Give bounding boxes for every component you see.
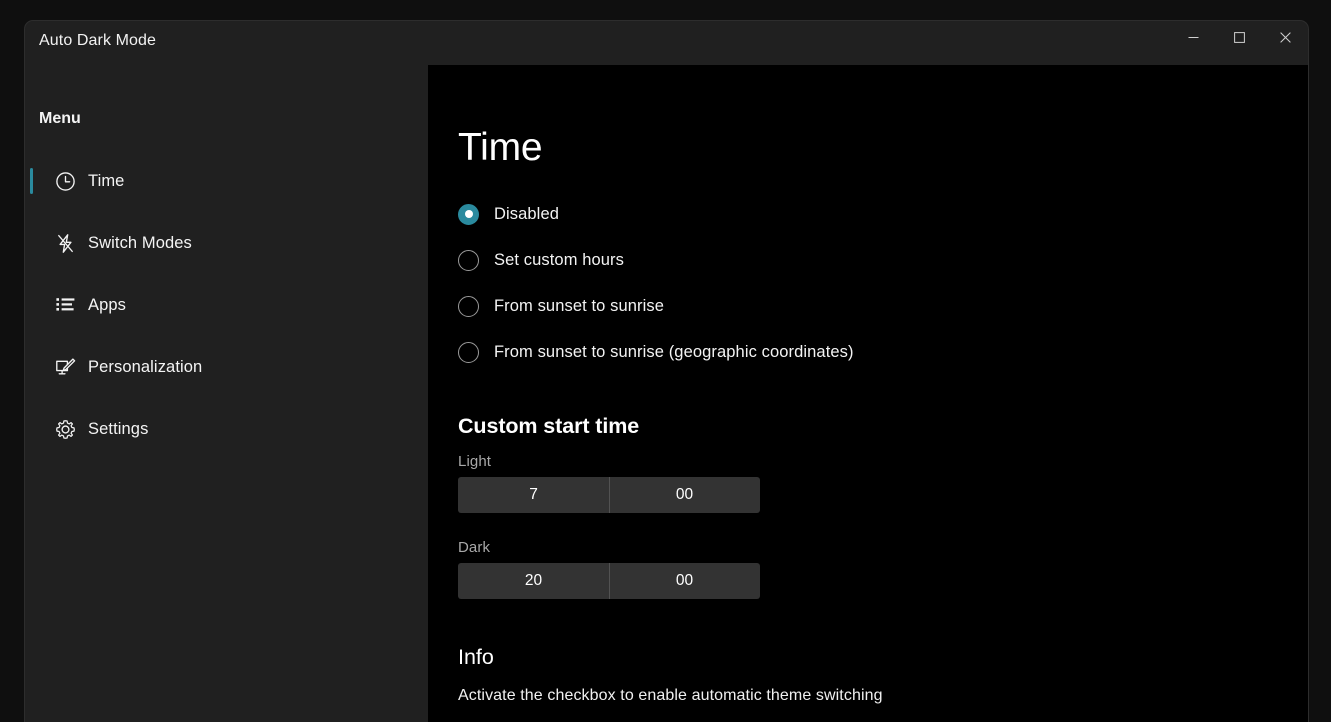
radio-button-icon (458, 204, 479, 225)
close-icon (1280, 32, 1291, 43)
radio-option-label: Set custom hours (494, 251, 624, 270)
app-title: Auto Dark Mode (39, 32, 156, 50)
radio-option-label: From sunset to sunrise (494, 297, 664, 316)
window-caption-buttons (1170, 21, 1308, 54)
radio-option-disabled[interactable]: Disabled (458, 197, 565, 231)
sidebar-heading: Menu (25, 109, 428, 129)
dark-time-picker[interactable]: 20 00 (458, 563, 760, 599)
sidebar: Menu Time (25, 65, 428, 722)
sidebar-item-label: Switch Modes (88, 234, 192, 253)
desktop-backdrop: Auto Dark Mode (0, 0, 1331, 722)
light-minutes-field[interactable]: 00 (609, 477, 760, 513)
close-button[interactable] (1262, 21, 1308, 54)
radio-option-label: From sunset to sunrise (geographic coord… (494, 343, 854, 362)
radio-button-icon (458, 250, 479, 271)
sidebar-item-label: Apps (88, 296, 126, 315)
title-bar[interactable]: Auto Dark Mode (25, 21, 1308, 65)
light-hours-field[interactable]: 7 (458, 477, 609, 513)
sidebar-item-label: Settings (88, 420, 148, 439)
list-icon (54, 294, 76, 316)
info-heading: Info (458, 645, 1308, 670)
sidebar-item-label: Personalization (88, 358, 202, 377)
gear-icon (54, 418, 76, 440)
sidebar-item-time[interactable]: Time (30, 161, 423, 201)
clock-icon (54, 170, 76, 192)
app-window: Auto Dark Mode (24, 20, 1309, 722)
radio-option-custom-hours[interactable]: Set custom hours (458, 243, 630, 277)
dark-minutes-field[interactable]: 00 (609, 563, 760, 599)
lightning-bolt-icon (54, 232, 76, 254)
selection-indicator (30, 168, 33, 194)
sidebar-item-settings[interactable]: Settings (30, 409, 423, 449)
window-body: Menu Time (25, 65, 1308, 722)
time-mode-radio-group: Disabled Set custom hours From sunset to… (458, 197, 1308, 369)
sidebar-item-switch-modes[interactable]: Switch Modes (30, 223, 423, 263)
sidebar-item-personalization[interactable]: Personalization (30, 347, 423, 387)
sidebar-nav-list: Time Switch Modes (25, 161, 428, 449)
minimize-icon (1188, 32, 1199, 43)
light-time-label: Light (458, 453, 1308, 470)
maximize-icon (1234, 32, 1245, 43)
minimize-button[interactable] (1170, 21, 1216, 54)
sidebar-item-apps[interactable]: Apps (30, 285, 423, 325)
radio-button-icon (458, 296, 479, 317)
light-time-picker[interactable]: 7 00 (458, 477, 760, 513)
radio-button-icon (458, 342, 479, 363)
dark-time-label: Dark (458, 539, 1308, 556)
main-content: Time Disabled Set custom hours From suns… (428, 65, 1308, 722)
maximize-button[interactable] (1216, 21, 1262, 54)
sidebar-item-label: Time (88, 172, 124, 191)
dark-hours-field[interactable]: 20 (458, 563, 609, 599)
info-text: Activate the checkbox to enable automati… (458, 687, 1308, 705)
page-title: Time (458, 125, 1308, 171)
radio-option-label: Disabled (494, 205, 559, 224)
radio-option-sunset-sunrise-geo[interactable]: From sunset to sunrise (geographic coord… (458, 335, 860, 369)
custom-start-time-heading: Custom start time (458, 414, 1308, 439)
monitor-pen-icon (54, 356, 76, 378)
radio-option-sunset-sunrise[interactable]: From sunset to sunrise (458, 289, 670, 323)
